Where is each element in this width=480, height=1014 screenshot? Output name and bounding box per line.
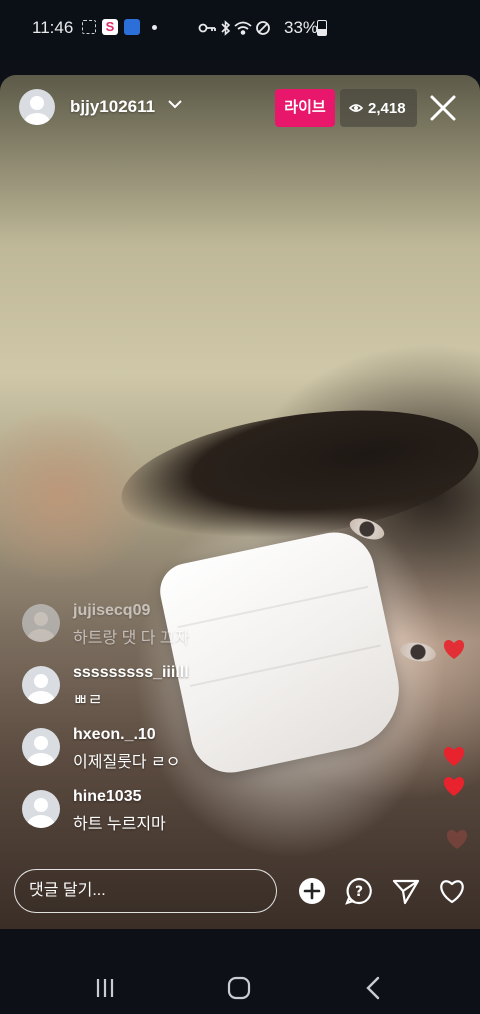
comment-avatar	[22, 728, 60, 766]
app-blue-icon	[124, 19, 140, 35]
comment-text: ㅃㄹ	[73, 692, 103, 709]
comment-text: 하트랑 댓 다 끄자	[73, 630, 190, 647]
status-left-icons: S	[82, 19, 157, 35]
close-icon[interactable]	[428, 93, 458, 123]
floating-heart-icon	[443, 640, 465, 659]
do-not-disturb-icon	[256, 21, 270, 35]
bluetooth-icon	[221, 20, 231, 36]
live-video[interactable]: bjjy102611 라이브 2,418 jujisecq09 하트랑 댓 다 …	[0, 75, 480, 929]
comment-username: jujisecq09	[73, 602, 151, 619]
comment-avatar	[22, 666, 60, 704]
host-username[interactable]: bjjy102611	[70, 97, 155, 117]
floating-heart-icon	[443, 777, 465, 796]
video-eye	[398, 640, 438, 664]
battery-percent: 33%	[284, 18, 319, 37]
comment-username: hine1035	[73, 788, 142, 805]
video-hair	[113, 390, 480, 560]
status-time: 11:46	[32, 18, 74, 37]
send-icon[interactable]	[391, 876, 421, 906]
status-right-icons	[198, 20, 270, 36]
comment-item[interactable]: hine1035 하트 누르지마	[22, 788, 342, 850]
comment-avatar	[22, 604, 60, 642]
floating-heart-icon	[443, 747, 465, 766]
question-icon[interactable]: ?	[344, 876, 374, 906]
comment-username: sssssssss_iiilll	[73, 664, 189, 681]
chevron-down-icon[interactable]	[168, 99, 182, 109]
comment-username: hxeon._.10	[73, 726, 156, 743]
comment-text: 하트 누르지마	[73, 816, 166, 833]
comment-avatar	[22, 790, 60, 828]
recent-apps-icon[interactable]	[90, 973, 120, 1003]
screenshot-frame-icon	[82, 20, 96, 34]
system-nav-bar	[0, 929, 480, 1014]
comment-input[interactable]	[14, 869, 277, 913]
back-icon[interactable]	[359, 973, 389, 1003]
eye-icon	[349, 104, 363, 112]
viewer-count: 2,418	[368, 100, 406, 117]
key-icon	[198, 23, 216, 33]
app-s-icon: S	[102, 19, 118, 35]
home-icon[interactable]	[224, 973, 254, 1003]
battery-icon	[317, 20, 327, 36]
status-bar: 11:46 S 33%	[0, 0, 480, 58]
host-avatar[interactable]	[19, 89, 55, 125]
add-icon[interactable]	[297, 876, 327, 906]
comment-list: jujisecq09 하트랑 댓 다 끄자 sssssssss_iiilll ㅃ…	[22, 602, 342, 850]
live-badge: 라이브	[275, 89, 335, 127]
wifi-icon	[234, 21, 252, 35]
comment-item[interactable]: sssssssss_iiilll ㅃㄹ	[22, 664, 342, 726]
comment-text: 이제질룻다 ㄹㅇ	[73, 754, 181, 771]
comment-item[interactable]: hxeon._.10 이제질룻다 ㄹㅇ	[22, 726, 342, 788]
dot-icon	[152, 24, 157, 30]
live-header: bjjy102611 라이브 2,418	[0, 75, 480, 145]
svg-text:?: ?	[355, 884, 363, 900]
comment-item[interactable]: jujisecq09 하트랑 댓 다 끄자	[22, 602, 342, 664]
viewer-count-badge[interactable]: 2,418	[340, 89, 417, 127]
floating-heart-icon	[446, 830, 468, 849]
heart-icon[interactable]	[437, 876, 467, 906]
